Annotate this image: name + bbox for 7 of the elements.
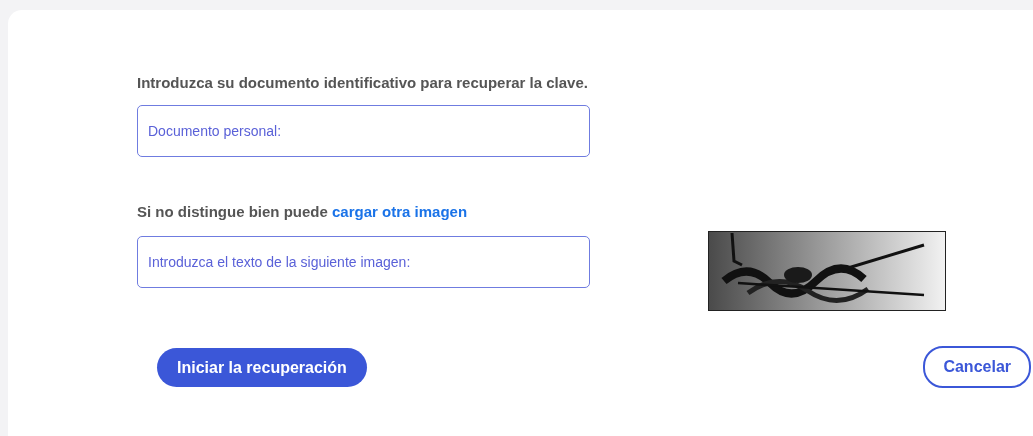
document-field[interactable]: Documento personal: [137, 105, 590, 157]
instruction-text: Introduzca su documento identificativo para recuperar la clave. [137, 74, 589, 91]
captcha-field[interactable]: Introduzca el texto de la siguiente imagen: [137, 236, 590, 288]
cancel-button[interactable]: Cancelar [923, 346, 1031, 388]
start-recovery-button[interactable]: Iniciar la recuperación [157, 348, 367, 387]
reload-hint-text: Si no distingue bien puede cargar otra imagen [137, 203, 469, 220]
reload-image-link[interactable]: cargar otra imagen [332, 203, 468, 220]
